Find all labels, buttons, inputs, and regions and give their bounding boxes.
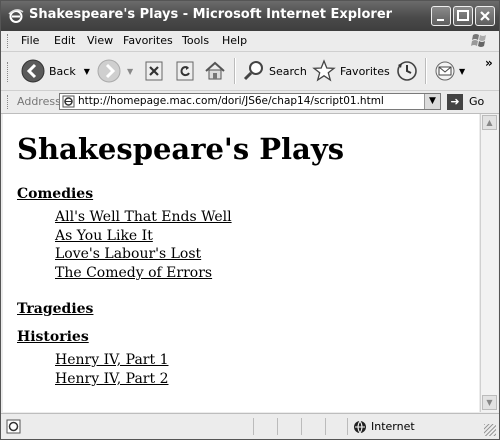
refresh-icon: [176, 61, 194, 81]
menu-edit[interactable]: Edit: [54, 34, 75, 47]
favorites-button[interactable]: Favorites: [312, 56, 390, 86]
page-status-icon: [6, 419, 21, 434]
home-icon: [205, 61, 225, 80]
mail-dropdown-icon[interactable]: ▼: [459, 67, 465, 76]
toolbar-separator: [234, 58, 236, 84]
menu-tools[interactable]: Tools: [182, 34, 209, 47]
play-link[interactable]: All's Well That Ends Well: [55, 209, 232, 225]
menu-bar: File Edit View Favorites Tools Help: [1, 31, 499, 52]
minimize-icon: [437, 19, 444, 21]
vertical-scrollbar[interactable]: ▲ ▼: [480, 114, 498, 412]
toolbar-grip: [7, 62, 10, 82]
menu-favorites[interactable]: Favorites: [123, 34, 173, 47]
section-link-comedies[interactable]: Comedies: [17, 186, 93, 202]
maximize-icon: [457, 10, 469, 21]
mail-button[interactable]: ▼: [433, 56, 465, 86]
address-bar: Address http://homepage.mac.com/dori/JS6…: [1, 91, 499, 114]
play-link[interactable]: The Comedy of Errors: [55, 265, 212, 281]
play-link[interactable]: As You Like It: [55, 228, 153, 244]
refresh-button[interactable]: [175, 56, 195, 86]
back-arrow-icon: [21, 59, 45, 83]
ie-logo-icon: [8, 9, 24, 23]
standard-toolbar: Back ▼ ▼ Search Favorites ▼ »: [1, 52, 499, 91]
windows-flag-icon: [471, 34, 486, 47]
forward-button[interactable]: ▼: [97, 56, 133, 86]
page-icon: [62, 95, 75, 108]
favorites-label: Favorites: [340, 64, 390, 78]
history-button[interactable]: [395, 56, 419, 86]
play-link[interactable]: Henry IV, Part 1: [55, 352, 168, 368]
status-divider: [325, 418, 326, 435]
page-content: Shakespeare's Plays Comedies All's Well …: [3, 114, 479, 412]
status-divider: [347, 418, 348, 435]
status-bar: Internet: [1, 413, 499, 439]
close-button[interactable]: [475, 6, 495, 26]
internet-zone-icon: [354, 420, 366, 434]
title-bar: Shakespeare's Plays - Microsoft Internet…: [1, 1, 499, 31]
search-icon: [243, 61, 263, 81]
go-button[interactable]: Go: [469, 95, 484, 108]
back-label: Back: [49, 64, 76, 78]
menu-help[interactable]: Help: [222, 34, 247, 47]
status-divider: [277, 418, 278, 435]
status-divider: [301, 418, 302, 435]
section-link-histories[interactable]: Histories: [17, 329, 89, 345]
forward-arrow-icon: [97, 59, 121, 83]
close-icon: [480, 11, 490, 21]
browser-window: Shakespeare's Plays - Microsoft Internet…: [0, 0, 500, 440]
status-divider: [253, 418, 254, 435]
section-link-tragedies[interactable]: Tragedies: [17, 301, 93, 317]
menu-view[interactable]: View: [87, 34, 113, 47]
stop-button[interactable]: [144, 56, 164, 86]
stop-icon: [145, 61, 163, 81]
address-input[interactable]: http://homepage.mac.com/dori/JS6e/chap14…: [59, 93, 441, 110]
address-grip: [7, 95, 10, 109]
play-link[interactable]: Henry IV, Part 2: [55, 371, 168, 387]
back-dropdown-icon[interactable]: ▼: [84, 67, 90, 76]
window-title: Shakespeare's Plays - Microsoft Internet…: [29, 7, 393, 22]
back-button[interactable]: Back ▼: [21, 56, 90, 86]
search-label: Search: [269, 64, 307, 78]
address-url: http://homepage.mac.com/dori/JS6e/chap14…: [78, 95, 384, 107]
toolbar-separator: [425, 58, 427, 84]
resize-grip[interactable]: [484, 424, 496, 436]
history-icon: [397, 61, 417, 81]
security-zone-label: Internet: [371, 420, 415, 433]
address-dropdown-icon[interactable]: ▼: [424, 94, 440, 109]
home-button[interactable]: [204, 56, 226, 86]
scroll-up-icon[interactable]: ▲: [482, 115, 497, 130]
page-title: Shakespeare's Plays: [17, 132, 345, 166]
go-arrow-icon[interactable]: ➜: [447, 94, 463, 110]
menu-file[interactable]: File: [21, 34, 39, 47]
toolbar-overflow-chevron[interactable]: »: [485, 56, 493, 70]
favorites-star-icon: [312, 59, 336, 82]
search-button[interactable]: Search: [243, 56, 307, 86]
address-label: Address: [17, 95, 61, 108]
minimize-button[interactable]: [431, 6, 451, 26]
maximize-button[interactable]: [453, 6, 473, 26]
menu-grip: [7, 34, 10, 48]
mail-icon: [435, 61, 455, 81]
forward-dropdown-icon[interactable]: ▼: [127, 67, 133, 76]
scroll-down-icon[interactable]: ▼: [482, 395, 497, 410]
play-link[interactable]: Love's Labour's Lost: [55, 246, 201, 262]
